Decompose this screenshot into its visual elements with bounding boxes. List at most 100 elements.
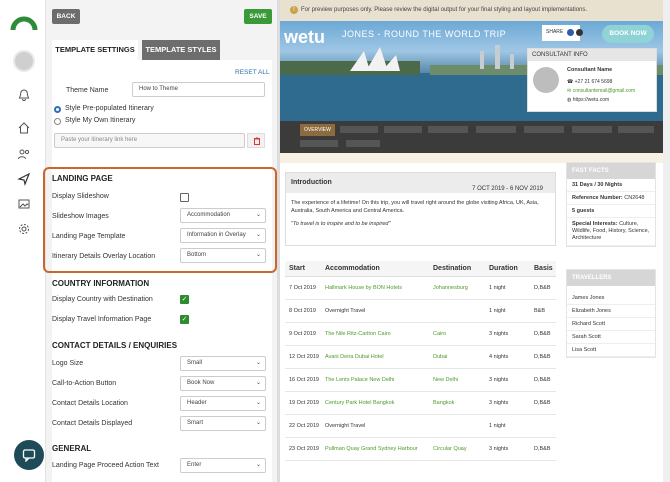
table-row[interactable]: 12 Oct 2019 Avani Deira Dubai Hotel Dubai 4… [285,345,556,369]
cell-basis: B&B [530,299,556,323]
send-icon[interactable] [17,172,31,186]
trip-title: JONES - ROUND THE WORLD TRIP [342,29,507,39]
table-row[interactable]: 22 Oct 2019 Overnight Travel 1 night [285,414,556,438]
bell-icon[interactable] [17,88,31,102]
table-row[interactable]: 23 Oct 2019 Pullman Quay Grand Sydney Har… [285,437,556,461]
table-row[interactable]: 7 Oct 2019 Hallmark House by BON Hotels Jo… [285,276,556,300]
reset-all-link[interactable]: RESET ALL [235,69,270,76]
radio-prepopulated[interactable] [54,106,61,113]
users-icon[interactable] [17,147,31,161]
display-travel-info-checkbox[interactable]: ✓ [180,315,189,324]
radio-prepopulated-label: Style Pre-populated Itinerary [65,105,154,112]
theme-name-input[interactable]: How to Theme [132,82,265,97]
cell-duration: 3 nights [485,322,530,346]
delete-link-button[interactable] [247,133,265,148]
display-country-checkbox[interactable]: ✓ [180,295,189,304]
consultant-web[interactable]: ◍ https://wetu.com [567,97,609,103]
cta-button-select[interactable]: Book Now ⌄ [180,376,266,391]
image-icon[interactable] [17,197,31,211]
cell-start: 23 Oct 2019 [285,437,321,461]
table-row[interactable]: 9 Oct 2019 The Nile Ritz-Carlton Cairo Cai… [285,322,556,346]
table-row[interactable]: 8 Oct 2019 Overnight Travel 1 night B&B [285,299,556,323]
logo-size-select[interactable]: Small ⌄ [180,356,266,371]
book-now-button[interactable]: BOOK NOW [602,25,654,43]
cell-destination[interactable]: Circular Quay [429,437,485,461]
fast-facts-interests: Special Interests: Culture, Wildlife, Fo… [567,218,655,246]
cell-start: 16 Oct 2019 [285,368,321,392]
table-row[interactable]: 19 Oct 2019 Century Park Hotel Bangkok Ban… [285,391,556,415]
cell-start: 7 Oct 2019 [285,276,321,300]
chat-icon [22,449,36,462]
nav-overview[interactable]: OVERVIEW [300,124,335,136]
cell-basis: D,B&B [530,368,556,392]
intro-title: Introduction [291,179,332,186]
nav-item[interactable] [346,140,380,147]
cta-button-value: Book Now [187,380,215,386]
tab-template-settings[interactable]: TEMPLATE SETTINGS [52,40,138,60]
back-button[interactable]: BACK [52,9,80,24]
proceed-action-value: Enter [187,462,202,468]
display-travel-info-label: Display Travel Information Page [52,316,152,323]
contact-location-select[interactable]: Header ⌄ [180,396,266,411]
nav-item[interactable] [524,126,564,133]
proceed-action-select[interactable]: Enter ⌄ [180,458,266,473]
traveller-name: Lisa Scott [567,344,655,357]
cell-duration: 3 nights [485,437,530,461]
cta-button-label: Call-to-Action Button [52,380,117,387]
cell-accommodation[interactable]: Hallmark House by BON Hotels [321,276,429,300]
itinerary-table: Start Accommodation Destination Duration… [285,261,556,461]
cell-accommodation: Overnight Travel [321,414,429,438]
fast-facts-reference: Reference Number: CN2648 [567,192,655,205]
cell-destination[interactable]: Cairo [429,322,485,346]
contact-displayed-label: Contact Details Displayed [52,420,133,427]
cell-accommodation[interactable]: Century Park Hotel Bangkok [321,391,429,415]
proceed-action-label: Landing Page Proceed Action Text [52,462,159,469]
cell-destination[interactable]: Bangkok [429,391,485,415]
traveller-name: James Jones [567,292,655,305]
preview-scrollbar[interactable] [663,0,670,482]
intro-quote: "To travel is to inspire and to be inspi… [291,221,391,227]
nav-item[interactable] [340,126,378,133]
col-accommodation: Accommodation [321,261,429,277]
interests-label: Special Interests: [572,221,618,227]
cell-accommodation[interactable]: Pullman Quay Grand Sydney Harbour [321,437,429,461]
cell-accommodation[interactable]: The Nile Ritz-Carlton Cairo [321,322,429,346]
facebook-icon[interactable] [567,29,574,36]
nav-item[interactable] [618,126,654,133]
cell-accommodation[interactable]: Avani Deira Dubai Hotel [321,345,429,369]
radio-own-itinerary[interactable] [54,118,61,125]
nav-item[interactable] [572,126,612,133]
nav-item[interactable] [428,126,468,133]
app-logo [10,16,38,31]
contact-displayed-select[interactable]: Smart ⌄ [180,416,266,431]
consultant-card: CONSULTANT INFO Consultant Name ☎ +27 21… [527,48,657,112]
col-destination: Destination [429,261,485,277]
settings-gear-icon[interactable] [17,222,31,236]
chat-button[interactable] [14,440,44,470]
home-icon[interactable] [17,121,31,135]
col-start: Start [285,261,321,277]
nav-item[interactable] [300,140,338,147]
chevron-down-icon: ⌄ [255,462,261,468]
fast-facts-panel: FAST FACTS 31 Days / 30 Nights Reference… [566,162,656,247]
nav-item[interactable] [476,126,516,133]
cell-destination[interactable]: New Delhi [429,368,485,392]
fast-facts-duration: 31 Days / 30 Nights [567,179,655,192]
logo-size-label: Logo Size [52,360,84,367]
table-row[interactable]: 16 Oct 2019 The Lents Palace New Delhi New… [285,368,556,392]
cell-destination[interactable]: Dubai [429,345,485,369]
user-avatar[interactable] [13,50,35,72]
preview-banner-text: For preview purposes only. Please review… [301,7,588,13]
itinerary-link-input[interactable]: Paste your itinerary link here [54,133,245,148]
save-button[interactable]: SAVE [244,9,272,24]
share-label: SHARE [546,29,564,35]
col-duration: Duration [485,261,530,277]
consultant-phone-text: +27 21 674 5698 [574,79,613,85]
tab-template-styles[interactable]: TEMPLATE STYLES [142,40,220,60]
x-twitter-icon[interactable] [576,29,583,36]
travellers-panel: TRAVELLERS James Jones Elizabeth Jones R… [566,269,656,358]
consultant-email[interactable]: ✉ consultantemail@gmail.com [567,88,635,94]
cell-accommodation[interactable]: The Lents Palace New Delhi [321,368,429,392]
cell-destination[interactable]: Johannesburg [429,276,485,300]
nav-item[interactable] [384,126,422,133]
